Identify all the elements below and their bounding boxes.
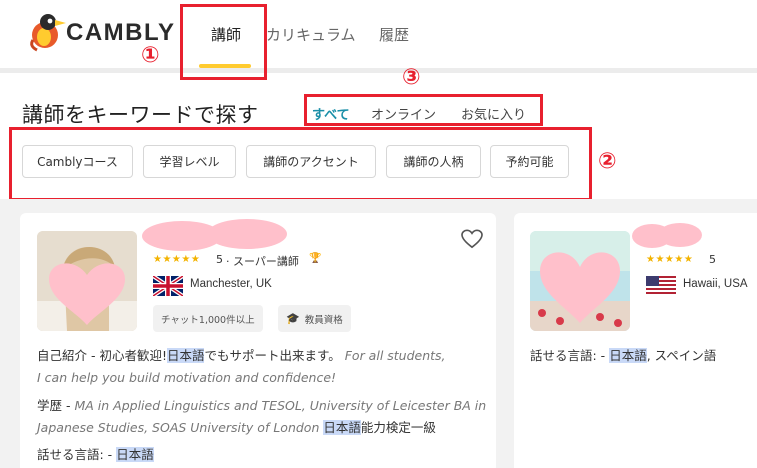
top-nav-bar: CAMBLY 講師 カリキュラム 履歴 — [0, 0, 757, 66]
tutor-photo-image — [37, 231, 137, 331]
badge-chats-label: チャット1,000件以上 — [161, 314, 255, 326]
education-line-2-rest: 能力検定一級 — [360, 420, 436, 435]
intro-english-2: I can help you build motivation and conf… — [37, 370, 337, 385]
languages-highlight: 日本語 — [609, 348, 647, 363]
us-flag-icon — [646, 276, 676, 296]
rating-value: 5 — [709, 253, 716, 266]
intro-text: 自己紹介 - 初心者歓迎! — [37, 348, 167, 363]
favorite-heart-icon[interactable] — [461, 229, 483, 249]
rating-stars: ★★★★★ — [646, 254, 694, 265]
tutor-education: 学歴 - MA in Applied Linguistics and TESOL… — [37, 395, 497, 439]
tutor-location: Manchester, UK — [190, 278, 272, 290]
trophy-icon: 🏆 — [309, 253, 322, 264]
name-privacy-mask — [632, 223, 702, 248]
annotation-box-1 — [180, 4, 267, 80]
annotation-box-3 — [304, 94, 543, 126]
bird-logo-icon — [30, 14, 66, 52]
intro-highlight: 日本語 — [166, 348, 205, 363]
education-highlight: 日本語 — [323, 420, 361, 435]
education-label: 学歴 - — [37, 398, 71, 413]
uk-flag-icon — [153, 276, 183, 296]
page-title: 講師をキーワードで探す — [22, 103, 259, 127]
rating-stars: ★★★★★ — [153, 254, 201, 265]
tutor-location: Hawaii, USA — [683, 278, 748, 290]
tutor-photo — [530, 231, 630, 331]
header-divider — [0, 68, 757, 73]
badge-teaching-cert: 🎓 教員資格 — [278, 305, 351, 332]
annotation-number-1: ① — [141, 43, 160, 68]
languages-rest: , スペイン語 — [646, 348, 717, 363]
badge-teaching-cert-label: 教員資格 — [304, 314, 343, 326]
tutor-photo — [37, 231, 137, 331]
tutor-languages: 話せる言語: - 日本語, スペイン語 — [530, 345, 757, 367]
tutor-intro: 自己紹介 - 初心者歓迎!日本語でもサポート出来ます。 For all stud… — [37, 345, 487, 389]
intro-text-rest: でもサポート出来ます。 — [204, 348, 341, 363]
annotation-number-2: ② — [598, 149, 617, 174]
tutor-card[interactable]: ★★★★★ 5 Hawaii, USA 話せる言語: - 日本語, スペイン語 — [514, 213, 757, 468]
languages-label: 話せる言語: - — [37, 447, 113, 462]
super-tutor-label: · スーパー講師 — [226, 255, 299, 268]
intro-english-1: For all students, — [344, 348, 446, 363]
tutor-photo-image — [530, 231, 630, 331]
badge-chats: チャット1,000件以上 — [153, 305, 263, 332]
education-line-2: Japanese Studies, SOAS University of Lon… — [37, 420, 320, 435]
annotation-number-3: ③ — [402, 65, 421, 90]
nav-curriculum[interactable]: カリキュラム — [266, 24, 356, 45]
nav-history[interactable]: 履歴 — [379, 24, 409, 45]
tutor-card[interactable]: ★★★★★ 5 · スーパー講師 🏆 Manchester, UK チャット1,… — [20, 213, 496, 468]
tutor-languages: 話せる言語: - 日本語 — [37, 444, 477, 466]
languages-highlight: 日本語 — [116, 447, 154, 462]
rating-value: 5 — [216, 253, 223, 266]
name-privacy-mask — [142, 219, 287, 251]
annotation-box-2 — [9, 127, 592, 201]
graduation-cap-icon: 🎓 — [286, 312, 300, 325]
languages-label: 話せる言語: - — [530, 348, 606, 363]
education-line-1: MA in Applied Linguistics and TESOL, Uni… — [74, 398, 487, 413]
